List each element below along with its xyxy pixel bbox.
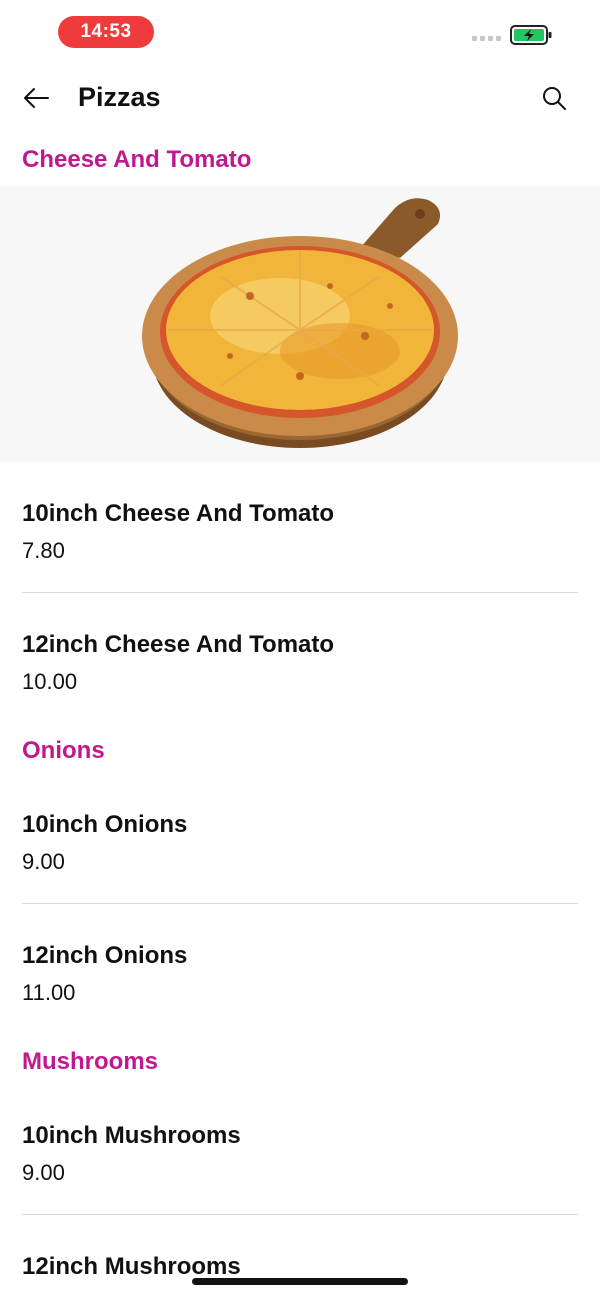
signal-icon: [472, 36, 501, 41]
list-item[interactable]: 12inch Mushrooms: [0, 1215, 600, 1281]
section-title-cheese-and-tomato: Cheese And Tomato: [22, 146, 252, 173]
item-name: 12inch Cheese And Tomato: [22, 631, 335, 658]
list-item[interactable]: 12inch Cheese And Tomato 10.00: [0, 593, 600, 715]
item-price: 9.00: [22, 1160, 65, 1185]
search-icon: [543, 87, 566, 110]
status-bar: 14:53: [0, 0, 600, 60]
list-item[interactable]: 12inch Onions 11.00: [0, 904, 600, 1026]
item-name: 10inch Onions: [22, 811, 188, 838]
section-title-onions: Onions: [22, 737, 105, 764]
item-price: 10.00: [22, 669, 78, 694]
home-indicator[interactable]: [192, 1278, 408, 1285]
section-title-mushrooms: Mushrooms: [22, 1048, 159, 1075]
page-title: Pizzas: [78, 82, 161, 112]
list-item[interactable]: 10inch Cheese And Tomato 7.80: [0, 462, 600, 592]
pizza-image: [0, 186, 600, 462]
item-name: 12inch Mushrooms: [22, 1253, 241, 1280]
item-name: 12inch Onions: [22, 942, 188, 969]
item-price: 9.00: [22, 849, 65, 874]
menu-list: Cheese And Tomato 10inch Cheese And Toma…: [0, 136, 600, 1291]
arrow-left-icon: [24, 88, 49, 108]
item-price: 11.00: [22, 980, 76, 1005]
app-header: Pizzas: [0, 60, 600, 136]
item-price: 7.80: [22, 538, 65, 563]
item-name: 10inch Mushrooms: [22, 1122, 241, 1149]
list-item[interactable]: 10inch Mushrooms 9.00: [0, 1076, 600, 1214]
back-button[interactable]: [18, 80, 54, 116]
list-item[interactable]: 10inch Onions 9.00: [0, 765, 600, 903]
status-time: 14:53: [58, 16, 154, 48]
battery-charging-icon: [510, 25, 552, 45]
search-button[interactable]: [536, 80, 572, 116]
item-name: 10inch Cheese And Tomato: [22, 500, 335, 527]
